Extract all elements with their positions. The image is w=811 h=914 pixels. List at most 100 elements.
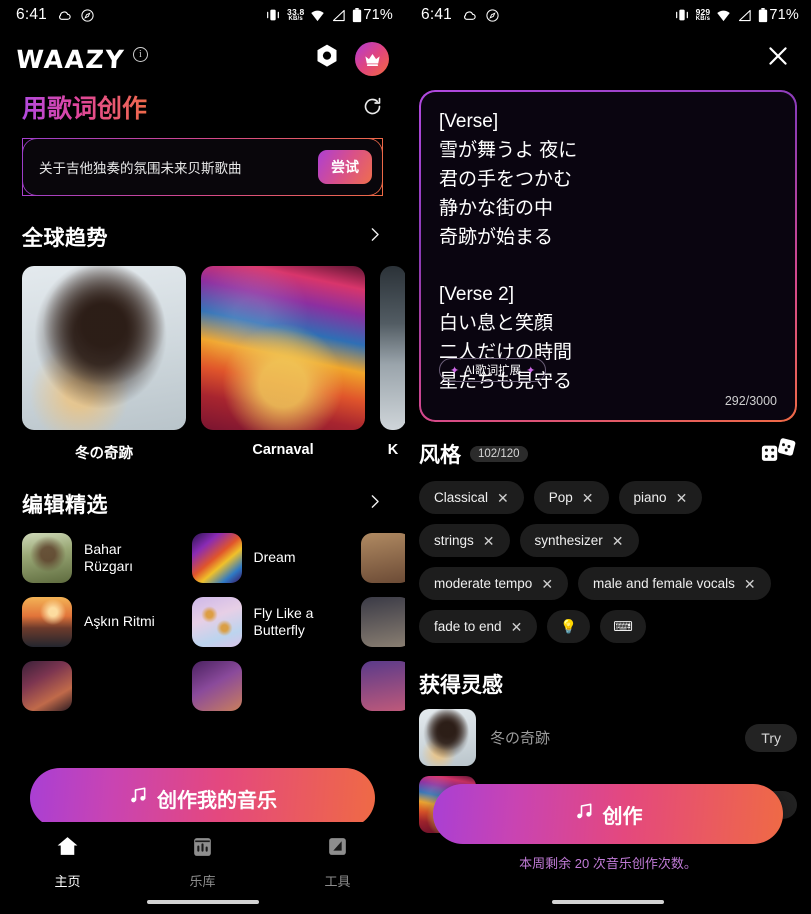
chip-remove-icon[interactable]: ✕ (511, 620, 523, 634)
style-chip[interactable]: Classical✕ (419, 481, 524, 514)
nav-item-library[interactable]: 乐库 (135, 834, 270, 890)
list-item[interactable]: Dream (192, 533, 344, 583)
chip-label: strings (434, 533, 474, 548)
editor-picks-header: 编辑精选 (0, 489, 405, 519)
editor-picks-title: 编辑精选 (22, 489, 108, 519)
cta-label: 创作 (603, 800, 643, 829)
keyboard-icon: ⌨ (613, 619, 633, 635)
list-item[interactable] (192, 661, 344, 711)
style-keyboard-button[interactable]: ⌨ (600, 610, 646, 643)
chevron-right-icon[interactable] (366, 226, 383, 248)
network-speed-left: 33.8 KB/s (287, 8, 304, 23)
card-caption: Carnaval (201, 442, 365, 458)
item-artwork (22, 533, 72, 583)
card-caption: K (380, 442, 405, 458)
trending-card[interactable]: 冬の奇跡 (22, 266, 186, 463)
try-button[interactable]: 尝试 (318, 150, 372, 184)
ai-lyrics-expand-button[interactable]: ✦ AI歌词扩展 ✦ (439, 358, 546, 382)
create-my-music-button[interactable]: 创作我的音乐 (30, 768, 375, 828)
chevron-right-icon[interactable] (366, 493, 383, 515)
editor-picks-list: Bahar Rüzgarı Aşkın Ritmi Dream (0, 533, 405, 711)
sparkle-icon: ✦ (450, 364, 459, 377)
status-time: 6:41 (421, 6, 452, 24)
try-button[interactable]: Try (745, 724, 797, 752)
list-item[interactable]: Aşkın Ritmi (22, 597, 174, 647)
info-icon[interactable]: i (133, 47, 148, 62)
vibrate-icon (674, 8, 690, 22)
sheet-header (405, 30, 811, 86)
chip-remove-icon[interactable]: ✕ (497, 491, 509, 505)
chip-label: Pop (549, 490, 573, 505)
nav-item-home[interactable]: 主页 (0, 834, 135, 890)
item-title: Dream (254, 549, 296, 567)
quota-note: 本周剩余 20 次音乐创作次数。 (405, 853, 811, 872)
ai-expand-label: AI歌词扩展 (464, 362, 521, 378)
style-chip[interactable]: Pop ✕ (534, 481, 609, 514)
style-chips: Classical✕ Pop ✕ piano ✕ strings ✕ synthesi… (405, 469, 811, 643)
signal-icon (331, 9, 346, 22)
net-unit: KB/s (696, 16, 710, 22)
item-artwork (22, 597, 72, 647)
chip-remove-icon[interactable]: ✕ (744, 577, 756, 591)
trending-cards: 冬の奇跡 Carnaval K (0, 266, 405, 463)
item-title: Aşkın Ritmi (84, 613, 155, 631)
refresh-icon[interactable] (362, 96, 383, 122)
chip-label: moderate tempo (434, 576, 532, 591)
trending-title: 全球趋势 (22, 222, 108, 252)
item-artwork (419, 709, 476, 766)
battery-status: 71% (758, 7, 799, 23)
close-icon[interactable] (765, 43, 791, 74)
card-artwork (380, 266, 405, 430)
list-item[interactable] (22, 661, 174, 711)
trending-card[interactable]: Carnaval (201, 266, 365, 463)
list-item[interactable]: Bahar Rüzgarı (22, 533, 174, 583)
dice-randomize-icon[interactable] (761, 438, 797, 469)
list-item[interactable] (361, 597, 383, 647)
tools-icon (325, 834, 350, 864)
nav-item-tools[interactable]: 工具 (270, 834, 405, 890)
vibrate-icon (265, 8, 281, 22)
lyric-create-section: 用歌词创作 关于吉他独奏的氛围未来贝斯歌曲 尝试 (0, 94, 405, 196)
character-counter: 292/3000 (725, 394, 777, 408)
battery-icon (352, 8, 362, 23)
create-button[interactable]: 创作 (433, 784, 783, 844)
list-item[interactable] (361, 661, 383, 711)
style-chip[interactable]: synthesizer✕ (520, 524, 639, 557)
nav-label: 工具 (324, 871, 350, 890)
list-item[interactable]: 冬の奇跡 Try (419, 709, 797, 766)
home-icon (55, 834, 80, 864)
wifi-icon (310, 9, 325, 22)
list-item[interactable]: Fly Like a Butterfly (192, 597, 344, 647)
chip-remove-icon[interactable]: ✕ (483, 534, 495, 548)
item-title: Bahar Rüzgarı (84, 541, 174, 576)
item-artwork (361, 661, 405, 711)
premium-crown-button[interactable] (355, 42, 389, 76)
lyrics-editor-card[interactable]: [Verse] 雪が舞うよ 夜に 君の手をつかむ 静かな街の中 奇跡が始まる [… (419, 90, 797, 422)
list-item[interactable] (361, 533, 383, 583)
chip-remove-icon[interactable]: ✕ (541, 577, 553, 591)
item-title: 冬の奇跡 (490, 727, 731, 748)
style-chip[interactable]: strings ✕ (419, 524, 510, 557)
right-phone-screen: 6:41 929 KB/s (405, 0, 811, 914)
item-title: Fly Like a Butterfly (254, 605, 344, 640)
trending-card[interactable]: K (380, 266, 405, 463)
app-bar-actions (313, 42, 389, 76)
picks-column-cut (361, 533, 383, 711)
chip-remove-icon[interactable]: ✕ (676, 491, 688, 505)
settings-hex-icon[interactable] (313, 43, 341, 76)
library-icon (190, 834, 215, 864)
lyric-prompt-field[interactable]: 关于吉他独奏的氛围未来贝斯歌曲 尝试 (22, 138, 383, 196)
picks-column-b: Dream Fly Like a Butterfly (192, 533, 344, 711)
style-suggestion-button[interactable]: 💡 (547, 610, 590, 643)
style-chip[interactable]: moderate tempo ✕ (419, 567, 568, 600)
home-indicator (552, 900, 664, 905)
network-speed-right: 929 KB/s (696, 8, 711, 23)
style-count-badge: 102/120 (470, 446, 528, 462)
style-chip[interactable]: piano ✕ (619, 481, 703, 514)
chip-remove-icon[interactable]: ✕ (612, 534, 624, 548)
chip-label: piano (634, 490, 667, 505)
app-bar: WAAZY i (0, 30, 405, 88)
style-chip[interactable]: male and female vocals✕ (578, 567, 771, 600)
chip-remove-icon[interactable]: ✕ (582, 491, 594, 505)
style-chip[interactable]: fade to end✕ (419, 610, 537, 643)
